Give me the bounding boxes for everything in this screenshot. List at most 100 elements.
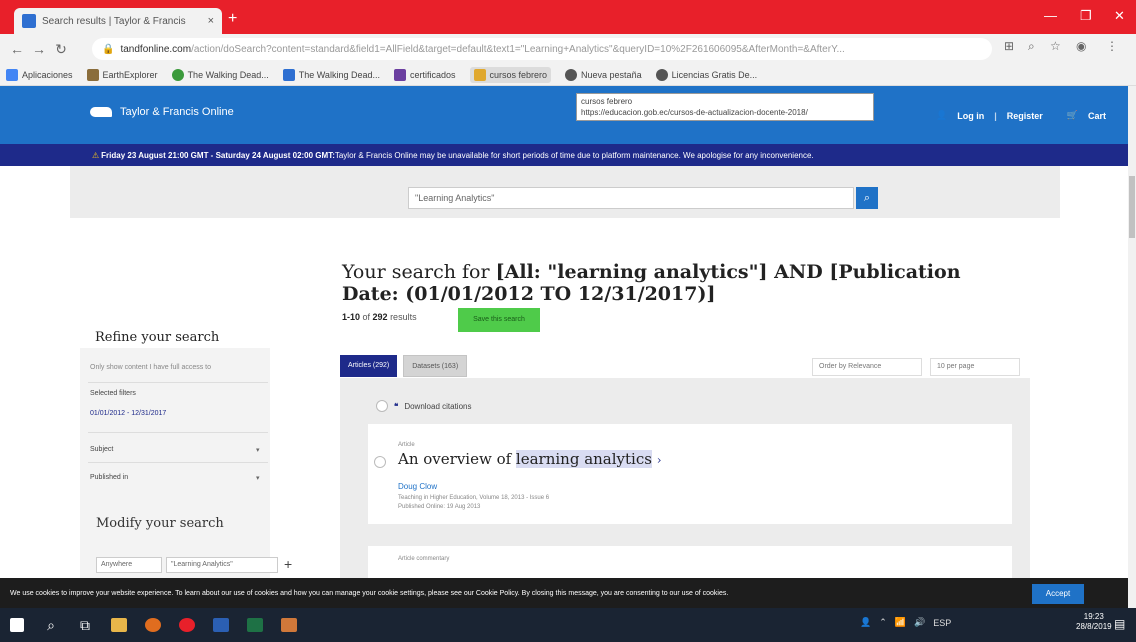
browser-titlebar: Search results | Taylor & Francis × + — … (0, 0, 1136, 34)
people-icon[interactable]: 👤 (860, 617, 871, 628)
chevron-down-icon[interactable]: ▾ (256, 446, 260, 454)
bookmark-item[interactable]: certificados (393, 68, 456, 81)
extension-icon[interactable]: ⊞ (1004, 39, 1014, 53)
results-tabs: Articles (292) Datasets (163) (340, 355, 468, 377)
date-filter-chip[interactable]: 01/01/2012 - 12/31/2017 (90, 410, 166, 417)
bookmark-item[interactable]: cursos febrero (469, 66, 552, 83)
modify-search-input[interactable]: "Learning Analytics" (166, 557, 278, 573)
word-icon[interactable] (204, 608, 238, 642)
bookmark-item[interactable]: Licencias Gratis De... (655, 68, 757, 81)
cookie-banner: We use cookies to improve your website e… (0, 578, 1128, 608)
bookmark-tooltip: cursos febrero https://educacion.gob.ec/… (576, 93, 874, 121)
article-title[interactable]: An overview of learning analytics › (398, 450, 662, 468)
field-select[interactable]: Anywhere (96, 557, 162, 573)
notice-dates: Friday 23 August 21:00 GMT - Saturday 24… (101, 150, 335, 160)
search-icon[interactable]: ⌕ (34, 608, 68, 642)
header-divider: | (994, 110, 997, 121)
close-window-button[interactable]: ✕ (1114, 8, 1125, 24)
search-button[interactable]: ⌕ (856, 187, 878, 209)
task-view-icon[interactable]: ⧉ (68, 608, 102, 642)
url-field[interactable]: 🔒 tandfonline.com /action/doSearch?conte… (92, 38, 992, 60)
profile-icon[interactable]: ◉ (1076, 39, 1086, 53)
accept-cookies-button[interactable]: Accept (1032, 584, 1084, 604)
url-path: /action/doSearch?content=standard&field1… (191, 43, 845, 55)
full-access-checkbox[interactable]: Only show content I have full access to (90, 364, 211, 371)
chevron-up-icon[interactable]: ⌃ (879, 617, 887, 628)
globe-icon (171, 68, 184, 81)
per-page-select[interactable]: 10 per page (930, 358, 1020, 376)
tab-datasets[interactable]: Datasets (163) (403, 355, 468, 377)
taylor-francis-logo-icon (90, 107, 112, 117)
site-logo[interactable]: Taylor & Francis Online (90, 106, 234, 118)
chrome-icon[interactable] (170, 608, 204, 642)
bookmark-item[interactable]: EarthExplorer (86, 68, 158, 81)
published-in-filter[interactable]: Published in (90, 474, 128, 481)
refine-sidebar: Only show content I have full access to … (80, 348, 270, 578)
globe-icon (655, 68, 668, 81)
selected-filters-label: Selected filters (90, 390, 136, 397)
site-header: Taylor & Francis Online 👤 Log in | Regis… (0, 86, 1128, 144)
divider (88, 462, 268, 463)
back-arrow-icon[interactable]: ← (6, 41, 28, 57)
maximize-button[interactable]: ❐ (1080, 8, 1092, 24)
article-author[interactable]: Doug Clow (398, 482, 437, 491)
tab-articles[interactable]: Articles (292) (340, 355, 398, 377)
address-bar-row: ← → ↻ 🔒 tandfonline.com /action/doSearch… (0, 34, 1136, 64)
new-tab-button[interactable]: + (228, 11, 237, 27)
lock-icon: 🔒 (102, 43, 115, 55)
tooltip-title: cursos febrero (581, 97, 633, 106)
add-field-button[interactable]: + (284, 556, 292, 572)
bookmark-item[interactable]: Nueva pestaña (565, 68, 642, 81)
result-checkbox[interactable] (374, 456, 386, 468)
save-search-button[interactable]: Save this search (458, 308, 540, 332)
language-indicator[interactable]: ESP (933, 618, 951, 628)
network-icon[interactable]: 📶 (895, 617, 906, 628)
select-all-checkbox[interactable] (376, 400, 388, 412)
bookmark-star-icon[interactable]: ☆ (1050, 39, 1061, 53)
windows-start-icon[interactable] (0, 608, 34, 642)
menu-kebab-icon[interactable]: ⋮ (1106, 39, 1118, 53)
browser-tab[interactable]: Search results | Taylor & Francis × (14, 8, 222, 34)
warning-icon: ⚠ (92, 150, 100, 160)
search-input[interactable]: "Learning Analytics" (408, 187, 854, 209)
download-citations-row[interactable]: ❝ Download citations (376, 400, 471, 412)
order-select[interactable]: Order by Relevance (812, 358, 922, 376)
download-citations-label: Download citations (404, 401, 472, 411)
firefox-icon[interactable] (136, 608, 170, 642)
reload-icon[interactable]: ↻ (50, 41, 72, 58)
register-link[interactable]: Register (1007, 111, 1043, 121)
bookmark-item[interactable]: The Walking Dead... (282, 68, 380, 81)
tab-close-icon[interactable]: × (208, 15, 214, 27)
quote-icon: ❝ (394, 401, 399, 411)
cart-link[interactable]: Cart (1088, 111, 1106, 121)
subject-filter[interactable]: Subject (90, 446, 113, 453)
chevron-down-icon[interactable]: ▾ (256, 474, 260, 482)
chevron-right-icon: › (656, 453, 662, 467)
taskbar-clock[interactable]: 19:23 28/8/2019 (1076, 612, 1112, 632)
search-band: "Learning Analytics" ⌕ (70, 166, 1060, 218)
file-explorer-icon[interactable] (102, 608, 136, 642)
paint-icon[interactable] (272, 608, 306, 642)
login-link[interactable]: Log in (957, 111, 984, 121)
excel-icon[interactable] (238, 608, 272, 642)
tab-favicon-icon (22, 14, 36, 28)
minimize-button[interactable]: — (1044, 8, 1057, 23)
page-scrollbar[interactable] (1128, 86, 1136, 608)
divider (88, 432, 268, 433)
scrollbar-thumb[interactable] (1129, 176, 1135, 238)
volume-icon[interactable]: 🔊 (914, 617, 925, 628)
bookmark-item[interactable]: Aplicaciones (6, 68, 73, 81)
forward-arrow-icon[interactable]: → (28, 41, 50, 57)
user-icon: 👤 (936, 110, 948, 120)
result-card: Article An overview of learning analytic… (368, 424, 1012, 524)
earthexplorer-icon (86, 68, 99, 81)
bookmark-item[interactable]: The Walking Dead... (171, 68, 269, 81)
zoom-icon[interactable]: ⌕ (1028, 39, 1035, 54)
heading-prefix: Your search for (342, 261, 496, 283)
notifications-icon[interactable]: ▤ (1114, 617, 1125, 631)
notice-text: Taylor & Francis Online may be unavailab… (334, 150, 814, 160)
article-type: Article commentary (398, 556, 450, 562)
folder-star-icon (473, 68, 486, 81)
system-tray: 👤 ⌃ 📶 🔊 ESP (860, 617, 951, 628)
cart-icon[interactable]: 🛒 (1067, 110, 1078, 121)
